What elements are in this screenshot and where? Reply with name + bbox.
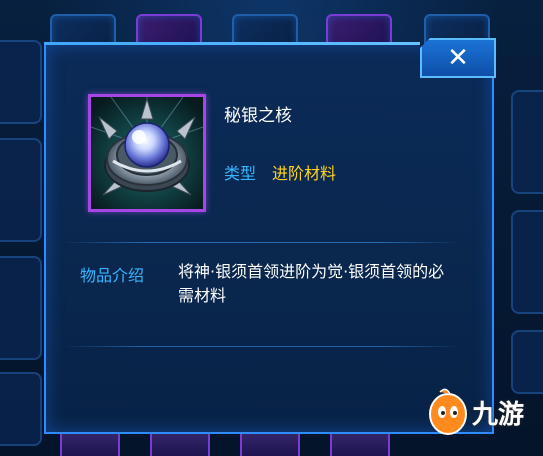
dialog-top-edge [44,42,420,45]
inventory-column-left [0,138,42,242]
divider [62,242,462,243]
item-name: 秘银之核 [224,106,292,126]
inventory-column-left [0,256,42,360]
description-text: 将神·银须首领进阶为觉·银须首领的必需材料 [178,262,445,305]
item-icon-frame [88,94,206,212]
watermark-text: 九游 [472,400,525,430]
close-icon: ✕ [447,43,469,73]
description-label: 物品介绍 [80,266,145,285]
inventory-column-right [511,210,543,314]
item-type-label: 类型 [224,164,257,183]
item-type-value: 进阶材料 [272,164,337,183]
mithril-core-icon [91,97,203,209]
inventory-column-right [511,90,543,194]
inventory-column-left [0,40,42,124]
close-button[interactable]: ✕ [420,38,496,78]
divider [62,346,462,347]
inventory-column-left [0,372,42,446]
